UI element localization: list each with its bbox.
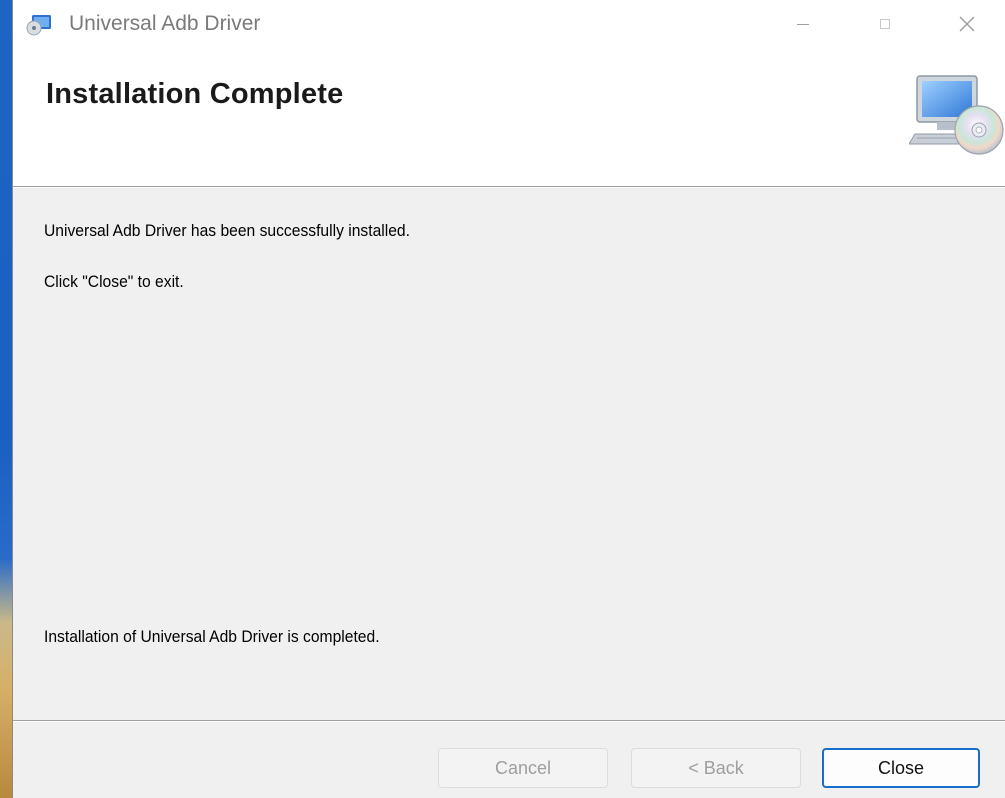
success-message: Universal Adb Driver has been successful… <box>44 221 410 240</box>
close-button[interactable]: Close <box>822 748 980 788</box>
title-bar[interactable]: Universal Adb Driver <box>13 0 1005 48</box>
close-window-button[interactable] <box>927 0 1005 48</box>
maximize-icon <box>880 19 890 29</box>
computer-cd-icon <box>908 72 1005 156</box>
completion-status: Installation of Universal Adb Driver is … <box>44 627 380 646</box>
minimize-button[interactable] <box>763 0 843 48</box>
cancel-button[interactable]: Cancel <box>438 748 608 788</box>
close-icon <box>959 16 975 32</box>
header-banner: Installation Complete <box>13 48 1005 186</box>
header-divider <box>13 186 1005 188</box>
window-title: Universal Adb Driver <box>69 12 261 35</box>
installer-window: Universal Adb Driver Installation Comple… <box>12 0 1005 798</box>
instruction-message: Click "Close" to exit. <box>44 272 184 291</box>
page-title: Installation Complete <box>46 78 344 110</box>
footer-divider <box>13 720 1005 722</box>
maximize-button[interactable] <box>845 0 925 48</box>
minimize-icon <box>797 24 809 25</box>
app-installer-icon <box>26 14 52 36</box>
back-button[interactable]: < Back <box>631 748 801 788</box>
desktop-background <box>0 0 12 798</box>
